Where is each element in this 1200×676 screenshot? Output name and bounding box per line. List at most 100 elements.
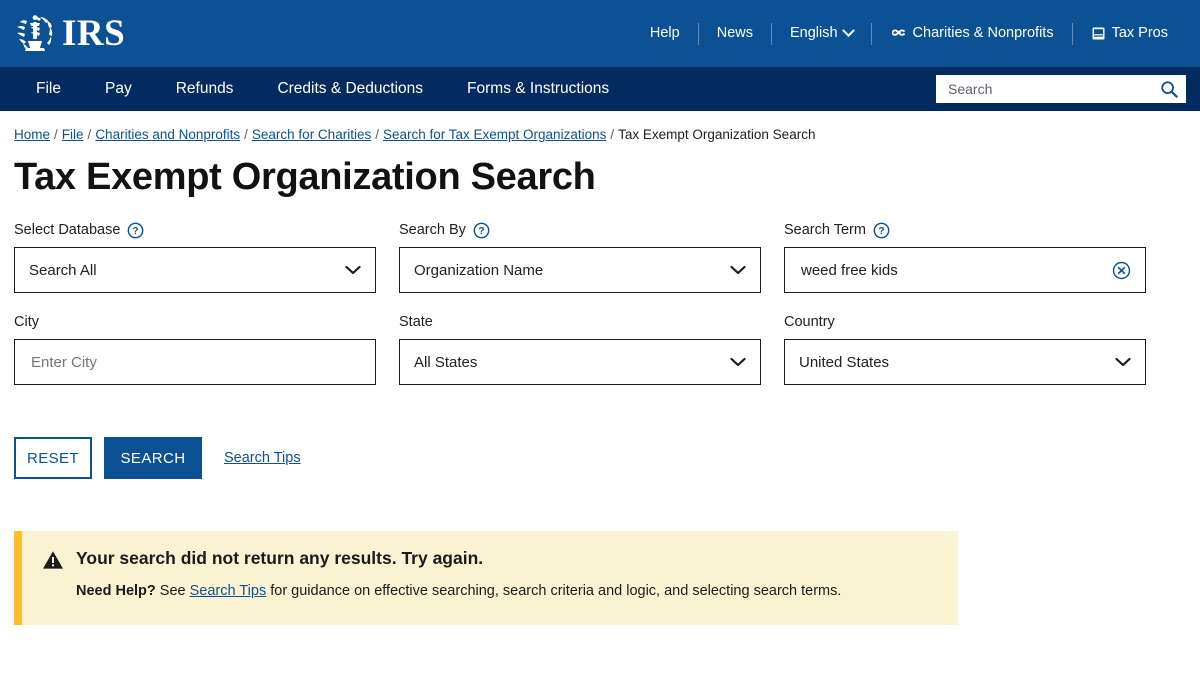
chevron-down-icon xyxy=(730,265,746,275)
breadcrumb-item-file[interactable]: File xyxy=(62,127,84,142)
label-state: State xyxy=(399,313,761,331)
search-by-dropdown[interactable]: Organization Name xyxy=(399,247,761,293)
label-country-text: Country xyxy=(784,314,835,330)
search-tips-link[interactable]: Search Tips xyxy=(224,450,301,466)
alert-body-suffix: for guidance on effective searching, sea… xyxy=(266,583,841,599)
utility-nav-news-label: News xyxy=(717,26,753,41)
no-results-alert: Your search did not return any results. … xyxy=(14,531,958,625)
ribbon-icon xyxy=(890,26,907,41)
grid-spacer xyxy=(761,221,784,293)
main-nav-file[interactable]: File xyxy=(14,80,83,98)
field-state: State All States xyxy=(399,313,761,385)
question-circle-icon[interactable]: ? xyxy=(873,222,890,239)
utility-nav-tax-pros[interactable]: Tax Pros xyxy=(1073,26,1186,41)
chevron-down-icon xyxy=(1115,357,1131,367)
field-city: City xyxy=(14,313,376,385)
search-form-row-1: Select Database ? Search All Search By ? xyxy=(14,221,1186,293)
main-nav-pay-label: Pay xyxy=(105,80,132,97)
main-nav-refunds[interactable]: Refunds xyxy=(154,80,256,98)
state-value: All States xyxy=(414,354,730,371)
chevron-down-icon xyxy=(345,265,361,275)
alert-heading-row: Your search did not return any results. … xyxy=(42,548,938,570)
breadcrumb-item-search-for-tax-exempt-organizations[interactable]: Search for Tax Exempt Organizations xyxy=(383,127,606,142)
breadcrumb-separator: / xyxy=(240,127,252,142)
grid-spacer xyxy=(376,221,399,293)
irs-logo-text: IRS xyxy=(62,15,125,52)
utility-nav-taxpros-label: Tax Pros xyxy=(1112,26,1168,41)
breadcrumb: Home/File/Charities and Nonprofits/Searc… xyxy=(14,111,1186,142)
breadcrumb-item-charities-and-nonprofits[interactable]: Charities and Nonprofits xyxy=(95,127,240,142)
book-icon xyxy=(1091,26,1106,41)
reset-button[interactable]: RESET xyxy=(14,437,92,479)
utility-nav-help-label: Help xyxy=(650,26,680,41)
select-database-value: Search All xyxy=(29,262,345,279)
alert-body: Need Help? See Search Tips for guidance … xyxy=(42,583,938,599)
alert-body-middle: See xyxy=(156,583,190,599)
alert-title: Your search did not return any results. … xyxy=(76,548,483,569)
main-nav-forms-instructions[interactable]: Forms & Instructions xyxy=(445,80,631,98)
search-term-input[interactable] xyxy=(799,261,1112,280)
grid-spacer xyxy=(761,313,784,385)
breadcrumb-separator: / xyxy=(50,127,62,142)
label-select-database: Select Database ? xyxy=(14,221,376,239)
main-nav-credits-deductions[interactable]: Credits & Deductions xyxy=(255,80,445,98)
state-dropdown[interactable]: All States xyxy=(399,339,761,385)
clear-circle-icon[interactable] xyxy=(1112,261,1131,280)
search-term-field[interactable] xyxy=(784,247,1146,293)
page-title: Tax Exempt Organization Search xyxy=(14,156,1186,199)
search-button[interactable]: SEARCH xyxy=(104,437,202,479)
utility-nav-charities-nonprofits[interactable]: Charities & Nonprofits xyxy=(872,26,1072,41)
country-dropdown[interactable]: United States xyxy=(784,339,1146,385)
irs-eagle-logo-icon xyxy=(14,14,60,54)
main-nav-pay[interactable]: Pay xyxy=(83,80,154,98)
label-country: Country xyxy=(784,313,1146,331)
main-nav-forms-label: Forms & Instructions xyxy=(467,80,609,97)
irs-logo[interactable]: IRS xyxy=(14,14,125,54)
form-actions: RESET SEARCH Search Tips xyxy=(14,437,1186,479)
utility-nav-charities-label: Charities & Nonprofits xyxy=(913,26,1054,41)
label-state-text: State xyxy=(399,314,433,330)
svg-text:?: ? xyxy=(133,226,139,237)
label-search-by: Search By ? xyxy=(399,221,761,239)
search-by-value: Organization Name xyxy=(414,262,730,279)
grid-spacer xyxy=(376,313,399,385)
utility-nav-language-label: English xyxy=(790,26,838,41)
search-icon[interactable] xyxy=(1160,80,1178,98)
utility-nav-language[interactable]: English xyxy=(772,26,871,41)
country-value: United States xyxy=(799,354,1115,371)
main-nav-credits-label: Credits & Deductions xyxy=(277,80,423,97)
warning-triangle-icon xyxy=(42,550,64,570)
utility-header-bar: IRS Help News English Charities & Nonpro… xyxy=(0,0,1200,67)
select-database-dropdown[interactable]: Search All xyxy=(14,247,376,293)
breadcrumb-separator: / xyxy=(606,127,618,142)
alert-body-prefix: Need Help? xyxy=(76,583,156,599)
alert-search-tips-link[interactable]: Search Tips xyxy=(190,583,267,599)
label-city: City xyxy=(14,313,376,331)
city-field[interactable] xyxy=(14,339,376,385)
field-search-by: Search By ? Organization Name xyxy=(399,221,761,293)
svg-text:?: ? xyxy=(878,226,884,237)
question-circle-icon[interactable]: ? xyxy=(127,222,144,239)
field-country: Country United States xyxy=(784,313,1146,385)
breadcrumb-item-home[interactable]: Home xyxy=(14,127,50,142)
breadcrumb-item-search-for-charities[interactable]: Search for Charities xyxy=(252,127,371,142)
breadcrumb-separator: / xyxy=(84,127,96,142)
site-search-box[interactable] xyxy=(936,75,1186,103)
chevron-down-icon xyxy=(730,357,746,367)
site-search-input[interactable] xyxy=(946,80,1160,98)
label-search-term: Search Term ? xyxy=(784,221,1146,239)
main-nav-refunds-label: Refunds xyxy=(176,80,234,97)
breadcrumb-item-current: Tax Exempt Organization Search xyxy=(618,127,815,142)
label-search-by-text: Search By xyxy=(399,222,466,238)
utility-nav-news[interactable]: News xyxy=(699,26,771,41)
breadcrumb-separator: / xyxy=(371,127,383,142)
search-form-row-2: City State All States Country xyxy=(14,313,1186,385)
utility-nav-help[interactable]: Help xyxy=(632,26,698,41)
main-navigation-bar: File Pay Refunds Credits & Deductions Fo… xyxy=(0,67,1200,111)
field-select-database: Select Database ? Search All xyxy=(14,221,376,293)
label-city-text: City xyxy=(14,314,39,330)
field-search-term: Search Term ? xyxy=(784,221,1146,293)
page-content: Home/File/Charities and Nonprofits/Searc… xyxy=(0,111,1200,625)
city-input[interactable] xyxy=(29,353,361,372)
question-circle-icon[interactable]: ? xyxy=(473,222,490,239)
